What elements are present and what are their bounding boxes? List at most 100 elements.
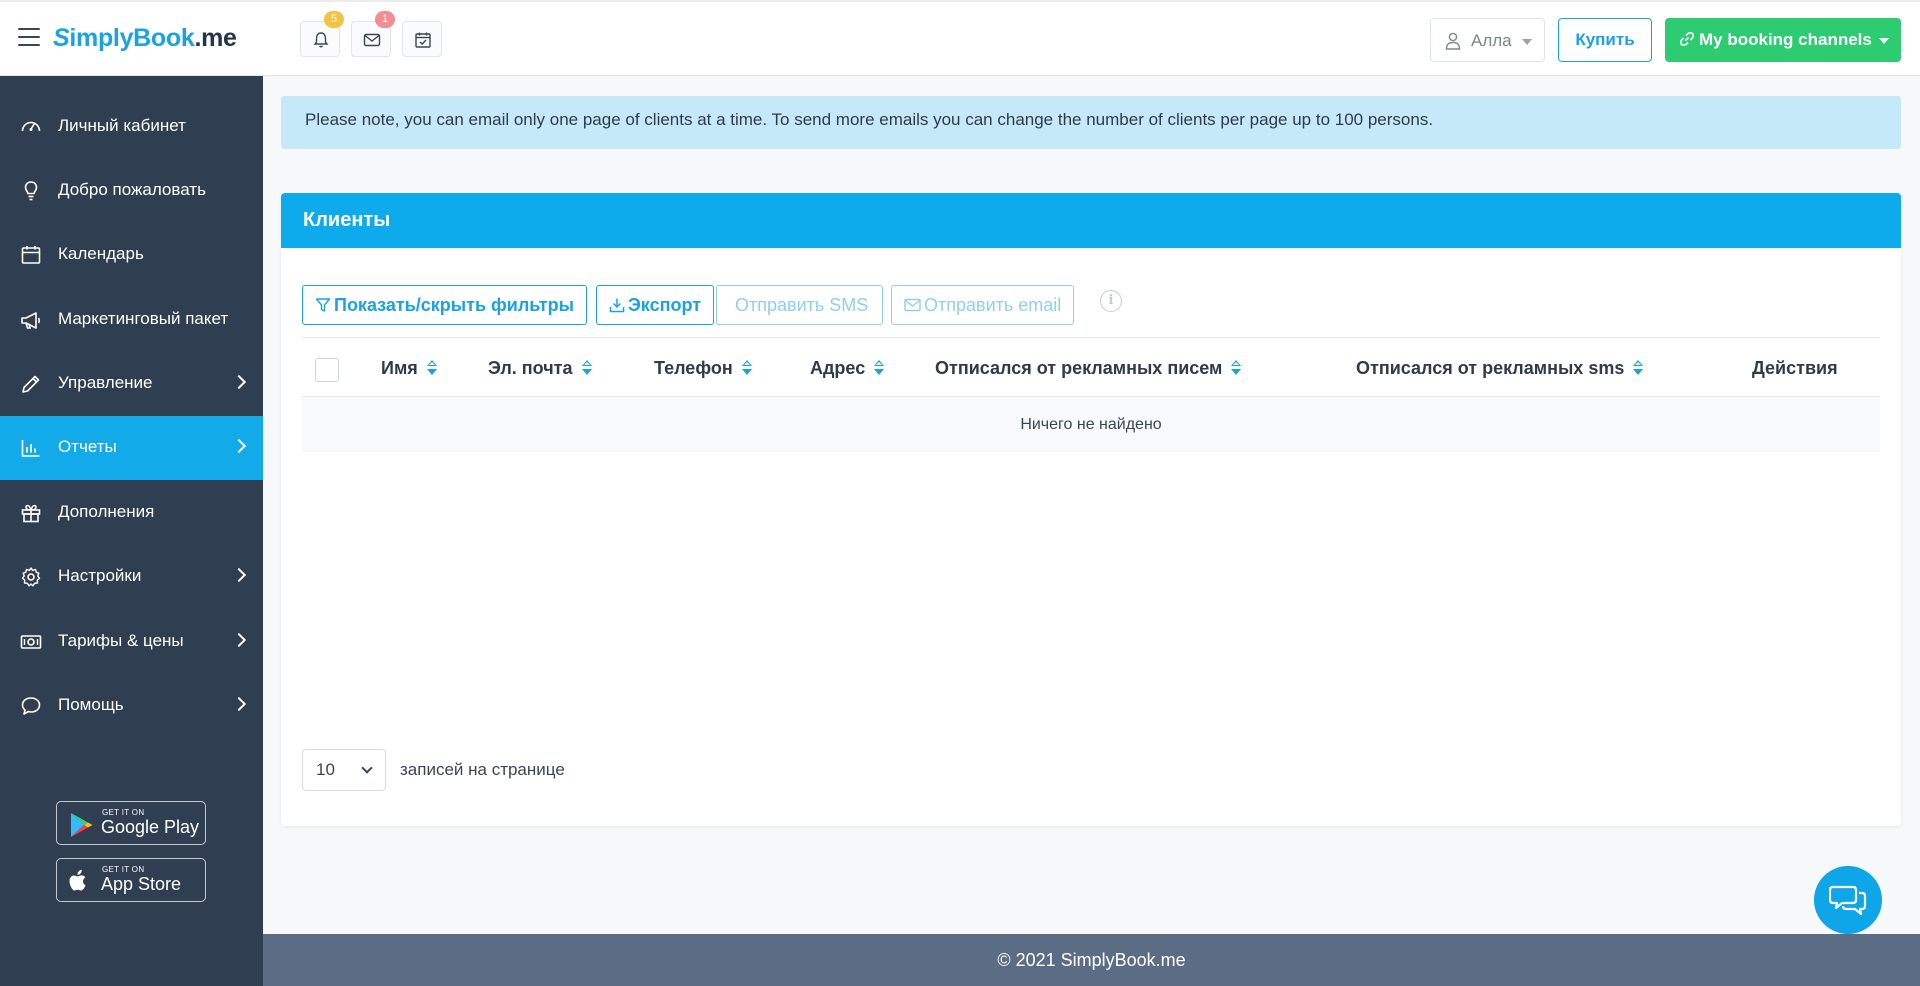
chevron-right-icon bbox=[231, 374, 247, 390]
chat-bubble-icon bbox=[21, 697, 41, 715]
user-menu-button[interactable]: Алла bbox=[1430, 18, 1545, 62]
column-address[interactable]: Адрес bbox=[810, 358, 885, 379]
sidebar: Личный кабинет Добро пожаловать Календар… bbox=[0, 76, 263, 986]
caret-down-icon bbox=[1522, 39, 1532, 45]
calendar-icon bbox=[21, 246, 41, 264]
column-name[interactable]: Имя bbox=[381, 358, 438, 379]
chevron-right-icon bbox=[231, 696, 247, 712]
sort-icon bbox=[1632, 360, 1644, 376]
column-unsub-email[interactable]: Отписался от рекламных писем bbox=[935, 358, 1242, 379]
dashboard-icon bbox=[21, 121, 41, 132]
logo[interactable]: SimplyBook.me bbox=[53, 24, 237, 53]
gear-icon bbox=[21, 567, 41, 587]
column-label: Отписался от рекламных писем bbox=[935, 358, 1223, 378]
top-bar: SimplyBook.me 5 1 Алла Купить My booking… bbox=[0, 0, 1920, 76]
apple-icon bbox=[69, 869, 86, 891]
sort-icon bbox=[581, 360, 593, 376]
sidebar-item-addons[interactable]: Дополнения bbox=[0, 481, 263, 545]
clients-panel: Клиенты Показать/скрыть фильтры Экспорт … bbox=[281, 193, 1901, 826]
lightbulb-icon bbox=[24, 181, 38, 201]
chevron-right-icon bbox=[231, 438, 247, 454]
gift-icon bbox=[21, 504, 41, 523]
per-page-select[interactable]: 10 bbox=[302, 749, 386, 791]
buy-button[interactable]: Купить bbox=[1558, 18, 1652, 62]
sidebar-item-calendar[interactable]: Календарь bbox=[0, 223, 263, 287]
sidebar-item-label: Личный кабинет bbox=[58, 116, 186, 135]
sidebar-item-label: Календарь bbox=[58, 244, 144, 263]
sidebar-item-pricing[interactable]: Тарифы & цены bbox=[0, 610, 263, 674]
hamburger-menu-icon[interactable] bbox=[18, 28, 40, 46]
column-label: Отписался от рекламных sms bbox=[1356, 358, 1625, 378]
app-store-caption: GET IT ON bbox=[102, 865, 145, 874]
column-label: Имя bbox=[381, 358, 418, 378]
sidebar-item-marketing[interactable]: Маркетинговый пакет bbox=[0, 288, 263, 352]
send-email-label: Отправить email bbox=[924, 295, 1062, 315]
select-all-checkbox[interactable] bbox=[315, 358, 339, 382]
sort-icon bbox=[873, 360, 885, 376]
sidebar-item-welcome[interactable]: Добро пожаловать bbox=[0, 159, 263, 223]
notifications-button[interactable]: 5 bbox=[300, 11, 344, 57]
column-phone[interactable]: Телефон bbox=[654, 358, 753, 379]
info-alert: Please note, you can email only one page… bbox=[281, 96, 1901, 149]
sidebar-item-label: Настройки bbox=[58, 566, 142, 585]
app-store-button[interactable]: GET IT ON App Store bbox=[56, 858, 206, 902]
filter-icon bbox=[315, 298, 331, 312]
download-icon bbox=[609, 298, 625, 313]
logo-tld: .me bbox=[194, 24, 237, 52]
toggle-filters-button[interactable]: Показать/скрыть фильтры bbox=[302, 285, 587, 325]
send-email-button[interactable]: Отправить email bbox=[891, 285, 1075, 325]
bookings-button[interactable] bbox=[402, 21, 442, 57]
app-store-label: App Store bbox=[101, 874, 182, 894]
money-icon bbox=[20, 635, 42, 649]
sort-icon bbox=[741, 360, 753, 376]
sidebar-item-label: Управление bbox=[58, 373, 153, 392]
sidebar-item-label: Дополнения bbox=[58, 502, 155, 521]
column-label: Телефон bbox=[654, 358, 733, 378]
messages-button[interactable]: 1 bbox=[351, 11, 395, 57]
column-label: Адрес bbox=[810, 358, 866, 378]
megaphone-icon bbox=[21, 312, 41, 329]
bell-icon bbox=[313, 32, 329, 48]
google-play-icon bbox=[71, 813, 93, 837]
user-icon bbox=[1445, 32, 1461, 50]
panel-title: Клиенты bbox=[281, 193, 1901, 248]
sidebar-item-help[interactable]: Помощь bbox=[0, 674, 263, 738]
link-icon bbox=[1680, 32, 1694, 46]
booking-channels-button[interactable]: My booking channels bbox=[1665, 18, 1901, 62]
logo-letter: S bbox=[53, 24, 70, 52]
google-play-caption: GET IT ON bbox=[102, 808, 145, 817]
chat-icon bbox=[1829, 885, 1867, 916]
envelope-icon bbox=[904, 298, 921, 312]
chevron-right-icon bbox=[231, 632, 247, 648]
sidebar-item-label: Помощь bbox=[58, 695, 124, 714]
sidebar-item-management[interactable]: Управление bbox=[0, 352, 263, 416]
live-chat-button[interactable] bbox=[1814, 866, 1882, 934]
per-page-label: записей на странице bbox=[400, 760, 565, 779]
chevron-down-icon bbox=[361, 762, 373, 774]
bar-chart-icon bbox=[21, 440, 40, 457]
caret-down-icon bbox=[1879, 38, 1889, 44]
calendar-check-icon bbox=[415, 32, 431, 48]
footer: © 2021 SimplyBook.me bbox=[263, 934, 1920, 986]
sidebar-item-reports[interactable]: Отчеты bbox=[0, 416, 263, 480]
sidebar-item-dashboard[interactable]: Личный кабинет bbox=[0, 95, 263, 159]
column-actions: Действия bbox=[1752, 358, 1838, 378]
google-play-button[interactable]: GET IT ON Google Play bbox=[56, 801, 206, 845]
sort-icon bbox=[426, 360, 438, 376]
sidebar-item-settings[interactable]: Настройки bbox=[0, 545, 263, 609]
info-icon[interactable]: i bbox=[1100, 290, 1122, 312]
pencil-icon bbox=[22, 375, 40, 393]
envelope-icon bbox=[363, 33, 381, 47]
messages-badge: 1 bbox=[375, 11, 395, 28]
toggle-filters-label: Показать/скрыть фильтры bbox=[334, 295, 574, 315]
column-unsub-sms[interactable]: Отписался от рекламных sms bbox=[1356, 358, 1644, 379]
export-button[interactable]: Экспорт bbox=[596, 285, 715, 325]
sidebar-item-label: Тарифы & цены bbox=[58, 631, 184, 650]
user-name: Алла bbox=[1471, 31, 1512, 50]
column-email[interactable]: Эл. почта bbox=[488, 358, 593, 379]
column-label: Эл. почта bbox=[488, 358, 573, 378]
send-sms-button[interactable]: Отправить SMS bbox=[716, 285, 884, 325]
sort-icon bbox=[1230, 360, 1242, 376]
table-header: Имя Эл. почта Телефон Адрес Отписался от… bbox=[302, 337, 1880, 397]
logo-brand: implyBook bbox=[69, 24, 195, 52]
